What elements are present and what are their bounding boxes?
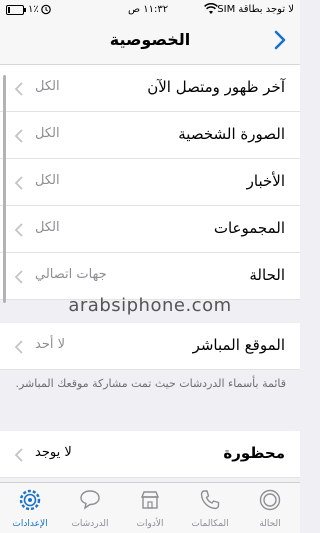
navigation-bar: الخصوصية — [0, 20, 300, 65]
tab-label: المكالمات — [191, 519, 229, 529]
tab-status[interactable]: الحالة — [240, 483, 300, 533]
row-label: آخر ظهور ومتصل الآن — [147, 78, 285, 96]
chevron-left-icon — [14, 222, 24, 237]
row-profile-photo[interactable]: الصورة الشخصية الكل — [0, 112, 300, 159]
tab-label: الإعدادات — [12, 519, 48, 529]
tools-store-icon — [138, 488, 162, 512]
wifi-icon — [204, 3, 218, 18]
chevron-left-icon — [14, 339, 24, 354]
row-live-location[interactable]: الموقع المباشر لا أحد — [0, 323, 300, 370]
row-groups[interactable]: المجموعات الكل — [0, 206, 300, 253]
chevron-left-icon — [14, 175, 24, 190]
watermark-text: arabsiphone.com — [68, 295, 232, 316]
row-label: الأخبار — [246, 172, 285, 190]
clock-time: ١١:٣٢ ص — [128, 4, 169, 15]
row-label: الحالة — [249, 266, 285, 284]
chevron-left-icon — [14, 447, 24, 462]
scrollbar[interactable] — [3, 75, 6, 303]
back-arrow-icon[interactable] — [270, 28, 290, 52]
row-value: الكل — [35, 173, 60, 188]
row-label: المجموعات — [213, 219, 285, 237]
tab-settings[interactable]: الإعدادات — [0, 483, 60, 533]
row-label: الموقع المباشر — [192, 336, 285, 354]
row-label: الصورة الشخصية — [178, 125, 285, 143]
chats-bubble-icon — [78, 488, 102, 512]
page-title: الخصوصية — [109, 30, 191, 49]
tab-chats[interactable]: الدردشات — [60, 483, 120, 533]
alarm-icon — [40, 3, 52, 18]
chevron-left-icon — [14, 81, 24, 96]
privacy-list: آخر ظهور ومتصل الآن الكل الصورة الشخصية … — [0, 65, 300, 300]
row-label: محظورة — [223, 444, 285, 462]
row-value: الكل — [35, 79, 60, 94]
row-value: الكل — [35, 220, 60, 235]
row-status[interactable]: الحالة جهات اتصالي — [0, 253, 300, 300]
settings-gear-icon — [18, 488, 42, 512]
row-value: جهات اتصالي — [35, 267, 107, 282]
tab-tools[interactable]: الأدوات — [120, 483, 180, 533]
carrier-label: لا توجد بطاقة SIM — [217, 4, 294, 15]
blocked-group: محظورة لا يوجد — [0, 431, 300, 478]
chevron-left-icon — [14, 269, 24, 284]
live-location-footnote: قائمة بأسماء الدردشات حيث تمت مشاركة موق… — [15, 377, 286, 390]
tab-label: الأدوات — [136, 519, 164, 529]
row-blocked[interactable]: محظورة لا يوجد — [0, 431, 300, 478]
battery-percent: ١٪ — [28, 4, 39, 15]
privacy-screen: لا توجد بطاقة SIM ١١:٣٢ ص ١٪ الخصوصية آخ… — [0, 0, 300, 533]
phone-icon — [198, 488, 222, 512]
battery-icon — [6, 5, 26, 15]
tab-calls[interactable]: المكالمات — [180, 483, 240, 533]
row-value: لا أحد — [35, 337, 66, 352]
status-ring-icon — [258, 488, 282, 512]
row-value: لا يوجد — [35, 445, 72, 460]
status-bar: لا توجد بطاقة SIM ١١:٣٢ ص ١٪ — [0, 0, 300, 20]
row-about[interactable]: الأخبار الكل — [0, 159, 300, 206]
row-last-seen[interactable]: آخر ظهور ومتصل الآن الكل — [0, 65, 300, 112]
tab-label: الحالة — [259, 519, 281, 529]
row-value: الكل — [35, 126, 60, 141]
tab-bar: الإعدادات الدردشات الأدوات المكالمات الح… — [0, 482, 300, 533]
tab-label: الدردشات — [71, 519, 109, 529]
live-location-group: الموقع المباشر لا أحد — [0, 323, 300, 370]
chevron-left-icon — [14, 128, 24, 143]
